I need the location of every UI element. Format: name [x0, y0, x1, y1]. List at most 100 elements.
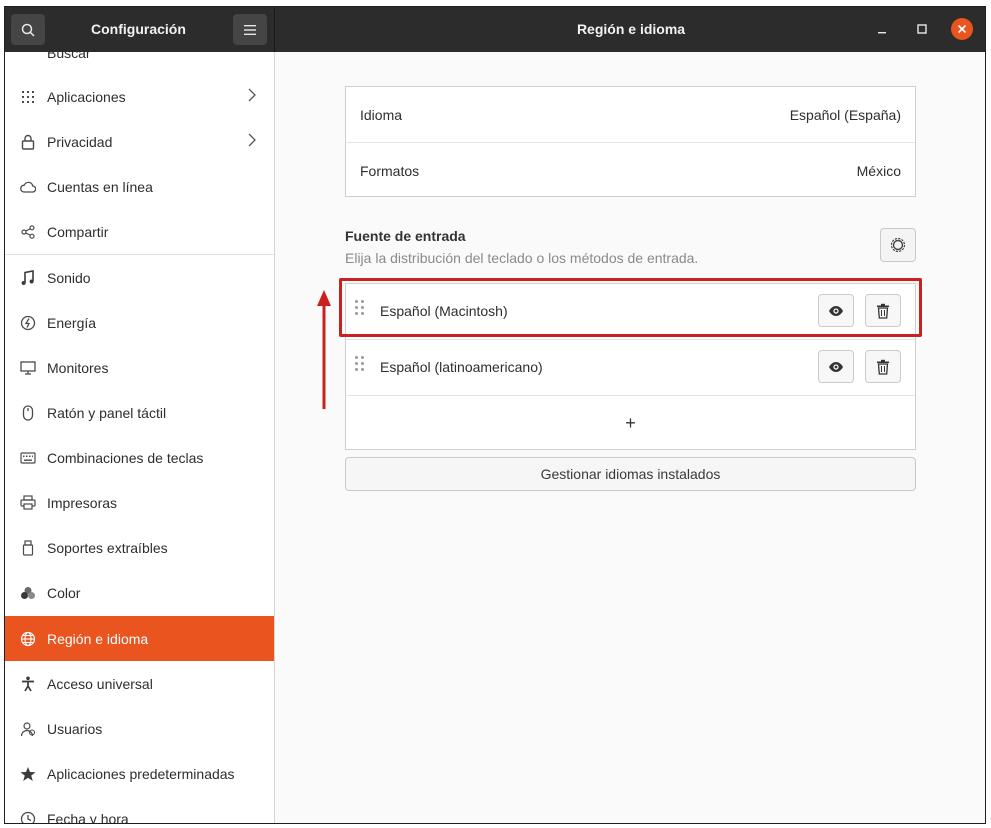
formats-label: Formatos — [360, 162, 420, 179]
drag-handle-icon[interactable] — [355, 356, 365, 376]
sidebar-item-label: Usuarios — [47, 720, 103, 737]
formats-row[interactable]: Formatos México — [346, 143, 915, 198]
trash-icon — [877, 359, 889, 375]
app-title: Configuración — [91, 21, 186, 37]
apps-grid-icon — [19, 88, 37, 106]
printer-icon — [19, 494, 37, 512]
minimize-icon — [878, 32, 886, 34]
star-icon — [19, 765, 37, 783]
maximize-button[interactable] — [911, 18, 933, 40]
language-row[interactable]: Idioma Español (España) — [346, 87, 915, 142]
sidebar-item-label: Combinaciones de teclas — [47, 449, 204, 466]
keyboard-icon — [19, 449, 37, 467]
plus-icon: + — [625, 413, 636, 433]
hamburger-menu-icon — [244, 24, 256, 35]
sidebar-item-label: Energía — [47, 314, 97, 331]
sidebar-item-default-apps[interactable]: Aplicaciones predeterminadas — [5, 751, 274, 796]
sidebar-item-privacy[interactable]: Privacidad — [5, 119, 274, 164]
lock-icon — [19, 133, 37, 151]
globe-icon — [19, 630, 37, 648]
search-button[interactable] — [11, 14, 45, 45]
trash-icon — [877, 303, 889, 319]
sidebar-item-keyboard-shortcuts[interactable]: Combinaciones de teclas — [5, 435, 274, 480]
sidebar-item-label: Sonido — [47, 269, 91, 286]
sidebar-item-label: Región e idioma — [47, 630, 149, 647]
close-icon — [957, 24, 967, 34]
sidebar-item-date-time[interactable]: Fecha y hora — [5, 796, 274, 824]
monitor-icon — [19, 359, 37, 377]
sidebar-item-accessibility[interactable]: Acceso universal — [5, 661, 274, 706]
input-source-name: Español (Macintosh) — [380, 303, 508, 319]
users-icon — [19, 720, 37, 738]
accessibility-icon — [19, 675, 37, 693]
input-source-row[interactable]: Español (latinoamericano) — [346, 340, 915, 395]
sidebar-item-label: Compartir — [47, 223, 109, 240]
remove-source-button[interactable] — [865, 350, 901, 383]
sidebar-item-printers[interactable]: Impresoras — [5, 480, 274, 525]
sidebar-item-label: Cuentas en línea — [47, 178, 153, 195]
sidebar-item-sound[interactable]: Sonido — [5, 255, 274, 300]
region-language-panel: Idioma Español (España) Formatos México … — [276, 52, 985, 823]
menu-button[interactable] — [233, 14, 267, 45]
cloud-icon — [19, 178, 37, 196]
eye-icon — [829, 305, 843, 316]
sidebar-item-label: Fecha y hora — [47, 810, 129, 824]
sidebar-item-users[interactable]: Usuarios — [5, 706, 274, 751]
share-icon — [19, 223, 37, 241]
sidebar-item-region-language[interactable]: Región e idioma — [5, 616, 274, 661]
input-sources-options-button[interactable] — [880, 228, 916, 262]
language-value: Español (España) — [789, 106, 901, 123]
minimize-button[interactable] — [871, 18, 893, 40]
sidebar-item-removable-media[interactable]: Soportes extraíbles — [5, 525, 274, 570]
mouse-icon — [19, 404, 37, 422]
sidebar-item-online-accounts[interactable]: Cuentas en línea — [5, 164, 274, 209]
color-icon — [19, 584, 37, 602]
sidebar-item-label: Acceso universal — [47, 675, 153, 692]
input-sources-title: Fuente de entrada — [345, 228, 466, 244]
sidebar-item-color[interactable]: Color — [5, 570, 274, 615]
sidebar: Buscar Aplicaciones Privacidad Cuentas e… — [5, 52, 275, 824]
annotation-up-arrow-icon — [317, 290, 331, 409]
preview-layout-button[interactable] — [818, 294, 854, 327]
sidebar-item-displays[interactable]: Monitores — [5, 345, 274, 390]
add-input-source-button[interactable]: + — [346, 396, 915, 451]
usb-drive-icon — [19, 539, 37, 557]
preview-layout-button[interactable] — [818, 350, 854, 383]
input-source-row[interactable]: Español (Macintosh) — [346, 284, 915, 339]
sidebar-item-label: Impresoras — [47, 494, 118, 511]
manage-installed-languages-button[interactable]: Gestionar idiomas instalados — [345, 457, 916, 491]
remove-source-button[interactable] — [865, 294, 901, 327]
eye-icon — [829, 361, 843, 372]
formats-value: México — [856, 162, 901, 179]
sidebar-item-applications[interactable]: Aplicaciones — [5, 74, 274, 119]
sidebar-item-label: Privacidad — [47, 133, 113, 150]
sidebar-item-power[interactable]: Energía — [5, 300, 274, 345]
language-label: Idioma — [360, 106, 403, 123]
sidebar-item-label: Soportes extraíbles — [47, 539, 168, 556]
drag-handle-icon[interactable] — [355, 300, 365, 320]
sidebar-item-search[interactable]: Buscar — [5, 52, 274, 75]
header-bar: Configuración Región e idioma — [5, 7, 985, 52]
search-icon — [21, 23, 35, 37]
sidebar-item-sharing[interactable]: Compartir — [5, 209, 274, 254]
sidebar-item-label: Aplicaciones — [47, 88, 126, 105]
chevron-right-icon — [248, 133, 256, 150]
input-sources-subtitle: Elija la distribución del teclado o los … — [345, 250, 699, 266]
sidebar-item-label: Monitores — [47, 359, 109, 376]
maximize-icon — [917, 24, 927, 34]
input-sources-list: Español (Macintosh) Español (latinoameri… — [345, 283, 916, 450]
sidebar-item-mouse[interactable]: Ratón y panel táctil — [5, 390, 274, 435]
clock-icon — [19, 810, 37, 823]
sidebar-item-label: Color — [47, 584, 81, 601]
power-icon — [19, 314, 37, 332]
sidebar-item-label: Ratón y panel táctil — [47, 404, 167, 421]
input-source-name: Español (latinoamericano) — [380, 359, 543, 375]
header-left-section: Configuración — [5, 7, 275, 52]
music-note-icon — [19, 269, 37, 287]
gear-icon — [890, 237, 906, 253]
settings-window: Configuración Región e idioma Buscar Apl… — [4, 6, 986, 824]
search-icon — [19, 52, 37, 62]
sidebar-item-label: Buscar — [47, 52, 91, 61]
language-formats-list: Idioma Español (España) Formatos México — [345, 86, 916, 197]
close-button[interactable] — [951, 18, 973, 40]
